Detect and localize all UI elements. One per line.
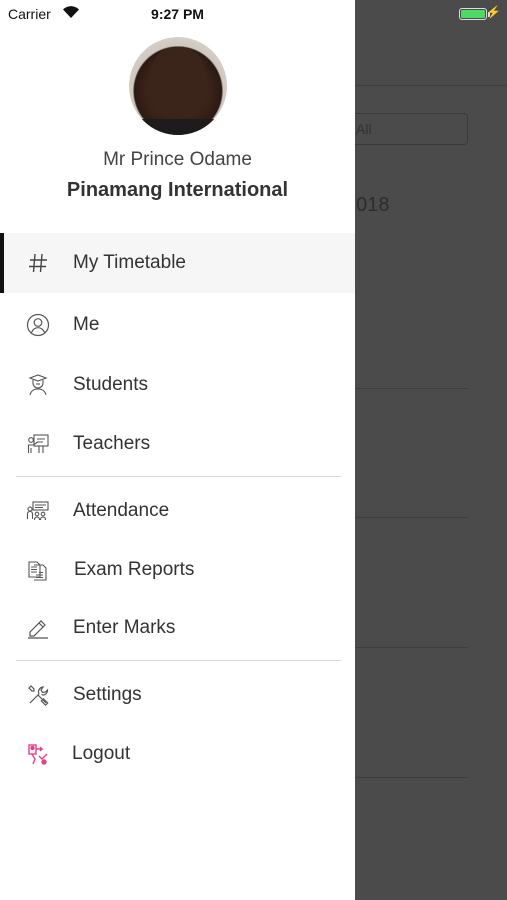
menu-divider xyxy=(16,660,341,661)
background-filter-field: All xyxy=(355,113,468,145)
background-row-divider xyxy=(355,388,468,389)
menu-item-label: Enter Marks xyxy=(73,617,176,638)
background-navbar xyxy=(355,28,507,86)
menu-divider xyxy=(16,476,341,477)
user-name: Mr Prince Odame xyxy=(103,149,252,170)
avatar[interactable] xyxy=(129,37,227,135)
navigation-drawer: Mr Prince Odame Pinamang International M… xyxy=(0,0,355,900)
menu-item-enter-marks[interactable]: Enter Marks xyxy=(0,598,355,658)
battery-icon xyxy=(459,8,490,20)
background-filter-text: All xyxy=(356,121,372,137)
active-indicator xyxy=(0,233,4,293)
menu-item-label: Exam Reports xyxy=(74,559,195,580)
menu-item-label: Logout xyxy=(72,743,131,764)
menu-item-settings[interactable]: Settings xyxy=(0,665,355,725)
hash-icon xyxy=(26,251,50,275)
background-screen[interactable]: All 2018 xyxy=(355,0,507,900)
attendance-icon xyxy=(26,499,50,523)
menu-item-students[interactable]: Students xyxy=(0,355,355,415)
logout-icon xyxy=(26,742,50,766)
user-circle-icon xyxy=(26,313,50,337)
charging-bolt-icon: ⚡ xyxy=(486,5,501,19)
menu-item-label: Students xyxy=(73,374,148,395)
student-icon xyxy=(26,373,50,397)
teacher-board-icon xyxy=(26,432,50,456)
status-bar: Carrier 9:27 PM ⚡ xyxy=(0,0,507,28)
menu-item-exam-reports[interactable]: Exam Reports xyxy=(0,540,355,600)
status-time: 9:27 PM xyxy=(151,6,204,22)
menu-item-label: Settings xyxy=(73,684,142,705)
menu-item-label: Attendance xyxy=(73,500,170,521)
school-name: Pinamang International xyxy=(66,179,289,201)
avatar-shirt xyxy=(129,119,227,135)
avatar-face xyxy=(149,47,207,119)
menu-item-teachers[interactable]: Teachers xyxy=(0,414,355,474)
menu-item-label: My Timetable xyxy=(73,252,186,273)
menu-item-logout[interactable]: Logout xyxy=(0,724,355,784)
menu-item-me[interactable]: Me xyxy=(0,295,355,355)
background-year-heading: 2018 xyxy=(355,194,390,216)
pencil-icon xyxy=(26,616,50,640)
documents-icon xyxy=(26,558,50,582)
background-row-divider xyxy=(355,647,468,648)
tools-icon xyxy=(26,683,50,707)
menu-item-label: Teachers xyxy=(73,433,151,454)
menu-item-my-timetable[interactable]: My Timetable xyxy=(0,233,355,293)
background-row-divider xyxy=(355,777,468,778)
menu-item-label: Me xyxy=(73,314,100,335)
background-row-divider xyxy=(355,517,468,518)
menu-item-attendance[interactable]: Attendance xyxy=(0,481,355,541)
